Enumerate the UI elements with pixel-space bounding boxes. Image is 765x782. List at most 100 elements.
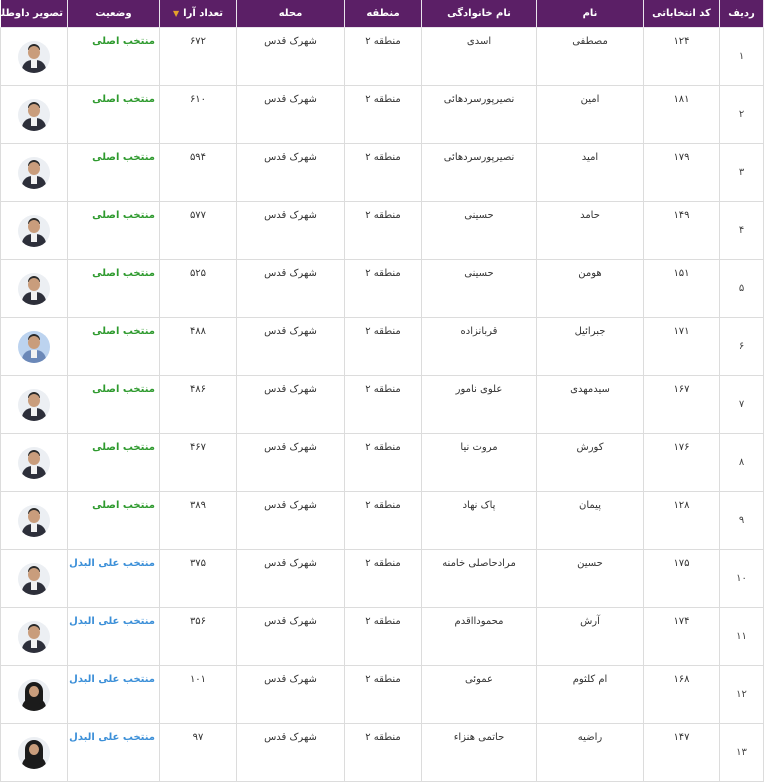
cell-photo: [0, 491, 68, 550]
col-header-last-name[interactable]: نام خانوادگی: [421, 0, 537, 28]
cell-last-name: پاک نهاد: [421, 491, 537, 550]
table-row: ۲ ۱۸۱ امین نصیرپورسردهائی منطقه ۲ شهرک قدس ۶۱۰…: [0, 85, 764, 144]
cell-first-name: امین: [536, 85, 644, 144]
cell-first-name: جبرائیل: [536, 317, 644, 376]
cell-row-number: ۸: [719, 433, 764, 492]
cell-code: ۱۲۸: [643, 491, 720, 550]
cell-row-number: ۴: [719, 201, 764, 260]
col-header-region[interactable]: منطقه: [344, 0, 422, 28]
candidate-photo: [18, 620, 50, 653]
cell-photo: [0, 607, 68, 666]
cell-code: ۱۲۴: [643, 27, 720, 86]
candidate-photo: [18, 446, 50, 479]
candidate-photo: [18, 736, 50, 769]
cell-votes: ۳۷۵: [159, 549, 237, 608]
table-row: ۱۰ ۱۷۵ حسین مرادحاصلی خامنه منطقه ۲ شهرک قدس ۳…: [0, 549, 764, 608]
cell-code: ۱۶۷: [643, 375, 720, 434]
cell-votes: ۳۵۶: [159, 607, 237, 666]
cell-first-name: مصطفی: [536, 27, 644, 86]
cell-region: منطقه ۲: [344, 549, 422, 608]
cell-code: ۱۷۱: [643, 317, 720, 376]
cell-region: منطقه ۲: [344, 259, 422, 318]
col-header-area[interactable]: محله: [236, 0, 345, 28]
cell-row-number: ۹: [719, 491, 764, 550]
cell-first-name: حامد: [536, 201, 644, 260]
cell-votes: ۱۰۱: [159, 665, 237, 724]
cell-status: منتخب علی البدل: [67, 549, 160, 608]
cell-first-name: ام کلثوم: [536, 665, 644, 724]
col-header-row[interactable]: ردیف: [719, 0, 764, 28]
cell-region: منطقه ۲: [344, 665, 422, 724]
cell-area: شهرک قدس: [236, 607, 345, 666]
cell-region: منطقه ۲: [344, 27, 422, 86]
cell-area: شهرک قدس: [236, 27, 345, 86]
table-row: ۷ ۱۶۷ سیدمهدی علوی نامور منطقه ۲ شهرک قدس ۴۸۶ م…: [0, 375, 764, 434]
cell-photo: [0, 27, 68, 86]
cell-row-number: ۱۳: [719, 723, 764, 782]
candidate-photo: [18, 504, 50, 537]
cell-status: منتخب اصلی: [67, 433, 160, 492]
cell-status: منتخب علی البدل: [67, 723, 160, 782]
cell-code: ۱۸۱: [643, 85, 720, 144]
candidate-photo: [18, 156, 50, 189]
cell-code: ۱۷۶: [643, 433, 720, 492]
cell-votes: ۴۸۶: [159, 375, 237, 434]
candidates-table: ردیف کد انتخاباتی نام نام خانوادگی منطقه…: [0, 0, 764, 782]
cell-region: منطقه ۲: [344, 317, 422, 376]
cell-photo: [0, 549, 68, 608]
cell-row-number: ۵: [719, 259, 764, 318]
cell-area: شهرک قدس: [236, 375, 345, 434]
cell-photo: [0, 375, 68, 434]
cell-row-number: ۱۲: [719, 665, 764, 724]
cell-votes: ۹۷: [159, 723, 237, 782]
cell-area: شهرک قدس: [236, 433, 345, 492]
cell-photo: [0, 433, 68, 492]
cell-status: منتخب علی البدل: [67, 607, 160, 666]
cell-row-number: ۱: [719, 27, 764, 86]
cell-photo: [0, 723, 68, 782]
cell-photo: [0, 259, 68, 318]
candidate-photo: [18, 40, 50, 73]
cell-row-number: ۱۱: [719, 607, 764, 666]
cell-last-name: اسدی: [421, 27, 537, 86]
cell-last-name: علوی نامور: [421, 375, 537, 434]
sort-desc-icon: ▼: [173, 9, 180, 18]
cell-row-number: ۷: [719, 375, 764, 434]
cell-status: منتخب اصلی: [67, 491, 160, 550]
cell-first-name: سیدمهدی: [536, 375, 644, 434]
col-header-photo[interactable]: تصویر داوطلب: [0, 0, 68, 28]
table-row: ۱۳ ۱۴۷ راضیه حاتمی هنزاء منطقه ۲ شهرک قدس ۹۷ من…: [0, 723, 764, 782]
cell-row-number: ۶: [719, 317, 764, 376]
cell-code: ۱۴۹: [643, 201, 720, 260]
cell-region: منطقه ۲: [344, 85, 422, 144]
table-row: ۱۲ ۱۶۸ ام کلثوم عموئی منطقه ۲ شهرک قدس ۱۰۱ منتخ…: [0, 665, 764, 724]
cell-row-number: ۲: [719, 85, 764, 144]
cell-code: ۱۷۵: [643, 549, 720, 608]
cell-code: ۱۷۴: [643, 607, 720, 666]
table-row: ۳ ۱۷۹ امید نصیرپورسردهائی منطقه ۲ شهرک قدس ۵۹۴…: [0, 143, 764, 202]
table-header-row: ردیف کد انتخاباتی نام نام خانوادگی منطقه…: [0, 0, 764, 28]
col-header-first-name[interactable]: نام: [536, 0, 644, 28]
table-row: ۶ ۱۷۱ جبرائیل قربانزاده منطقه ۲ شهرک قدس ۴۸۸ من…: [0, 317, 764, 376]
cell-votes: ۵۲۵: [159, 259, 237, 318]
cell-last-name: حسینی: [421, 201, 537, 260]
cell-last-name: حسینی: [421, 259, 537, 318]
cell-area: شهرک قدس: [236, 143, 345, 202]
cell-code: ۱۶۸: [643, 665, 720, 724]
cell-area: شهرک قدس: [236, 317, 345, 376]
col-header-code[interactable]: کد انتخاباتی: [643, 0, 720, 28]
candidate-photo: [18, 272, 50, 305]
table-row: ۱ ۱۲۴ مصطفی اسدی منطقه ۲ شهرک قدس ۶۷۲ منتخب اصل…: [0, 27, 764, 86]
cell-first-name: پیمان: [536, 491, 644, 550]
cell-photo: [0, 143, 68, 202]
col-header-votes[interactable]: تعداد آرا▼: [159, 0, 237, 28]
table-row: ۵ ۱۵۱ هومن حسینی منطقه ۲ شهرک قدس ۵۲۵ منتخب اصل…: [0, 259, 764, 318]
cell-area: شهرک قدس: [236, 259, 345, 318]
cell-photo: [0, 665, 68, 724]
cell-region: منطقه ۲: [344, 607, 422, 666]
cell-status: منتخب اصلی: [67, 375, 160, 434]
table-row: ۱۱ ۱۷۴ آرش محمودااقدم منطقه ۲ شهرک قدس ۳۵۶ منتخ…: [0, 607, 764, 666]
col-header-status[interactable]: وضعیت: [67, 0, 160, 28]
cell-first-name: حسین: [536, 549, 644, 608]
cell-row-number: ۱۰: [719, 549, 764, 608]
